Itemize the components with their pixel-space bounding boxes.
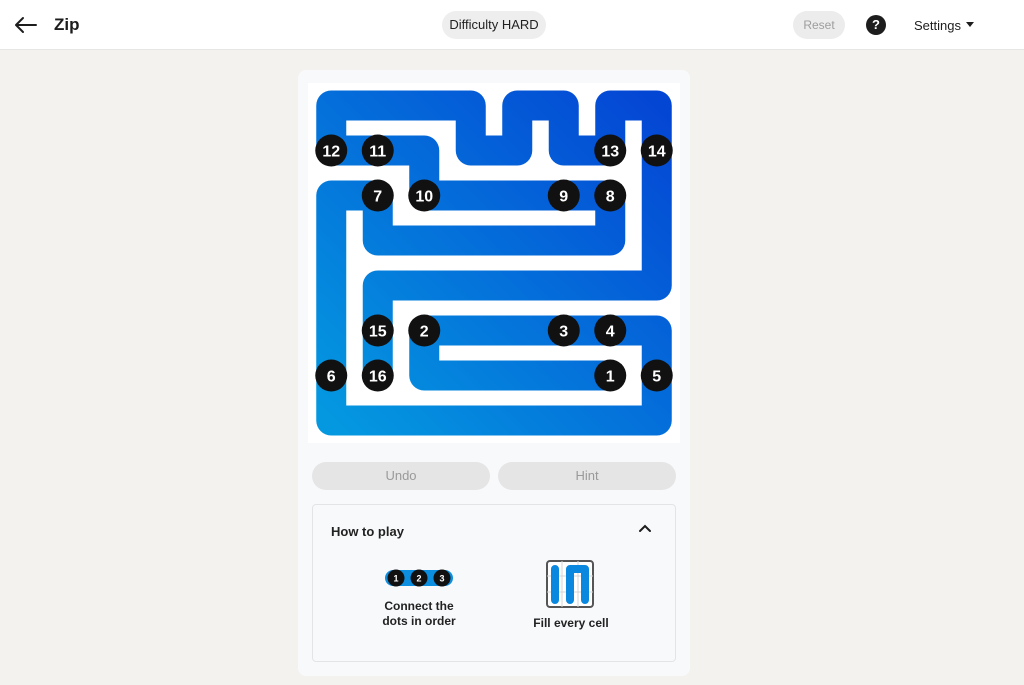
dot-number: 10 [415,189,433,206]
how-to-play-panel: How to play 1 2 3 Connect the dots in orde… [312,504,676,662]
connect-dots-icon: 1 2 3 [385,569,453,587]
board-dot[interactable]: 9 [547,179,580,212]
settings-menu[interactable]: Settings [914,18,961,33]
back-arrow-icon[interactable] [12,12,40,38]
dot-number: 6 [327,369,336,386]
dot-number: 2 [420,324,429,341]
board-dot[interactable]: 3 [547,314,580,347]
board-dot[interactable]: 14 [640,134,673,167]
board-dot[interactable]: 6 [315,359,348,392]
board-dot[interactable]: 11 [361,134,394,167]
fill-grid-icon [546,560,594,608]
board-dot[interactable]: 10 [408,179,441,212]
dot-number: 3 [559,324,568,341]
board-dot[interactable]: 12 [315,134,348,167]
dot-number: 15 [369,324,387,341]
how-to-play-title: How to play [331,524,404,539]
board-dot[interactable]: 1 [594,359,627,392]
difficulty-badge: Difficulty HARD [442,11,546,39]
example-dot-number: 3 [439,574,444,584]
fill-cell-caption: Fill every cell [533,616,609,630]
dot-number: 5 [652,369,661,386]
chevron-down-icon[interactable] [966,22,974,27]
dot-number: 13 [601,144,619,161]
board-dot[interactable]: 7 [361,179,394,212]
connect-dots-caption: Connect the dots in order [382,599,456,628]
game-card: 1 2 3 4 5 6 7 8 9 10 11 12 13 14 15 16 Undo Hint How to… [298,70,690,676]
board-dot[interactable]: 15 [361,314,394,347]
dot-number: 7 [373,189,382,206]
dot-number: 11 [369,144,386,161]
board-dot[interactable]: 16 [361,359,394,392]
board-dot[interactable]: 4 [594,314,627,347]
dot-number: 8 [606,189,615,206]
top-bar: Zip Difficulty HARD Reset ? Settings [0,0,1024,50]
board-dot[interactable]: 8 [594,179,627,212]
chevron-up-icon[interactable] [637,522,653,534]
dot-number: 4 [606,324,615,341]
help-icon[interactable]: ? [866,15,886,35]
board-dot[interactable]: 13 [594,134,627,167]
app-title: Zip [54,15,80,34]
dot-number: 9 [559,189,568,206]
dot-number: 16 [369,369,387,386]
example-dot-number: 1 [393,574,398,584]
dot-number: 14 [648,144,666,161]
undo-button[interactable]: Undo [312,462,490,490]
dot-number: 12 [322,144,340,161]
board-dot[interactable]: 2 [408,314,441,347]
reset-button[interactable]: Reset [793,11,845,39]
puzzle-board[interactable]: 12 3 4567 89101112 13 141516 [308,83,680,443]
board-dot[interactable]: 5 [640,359,673,392]
example-dot-number: 2 [416,574,421,584]
hint-button[interactable]: Hint [498,462,676,490]
dot-number: 1 [606,369,615,386]
